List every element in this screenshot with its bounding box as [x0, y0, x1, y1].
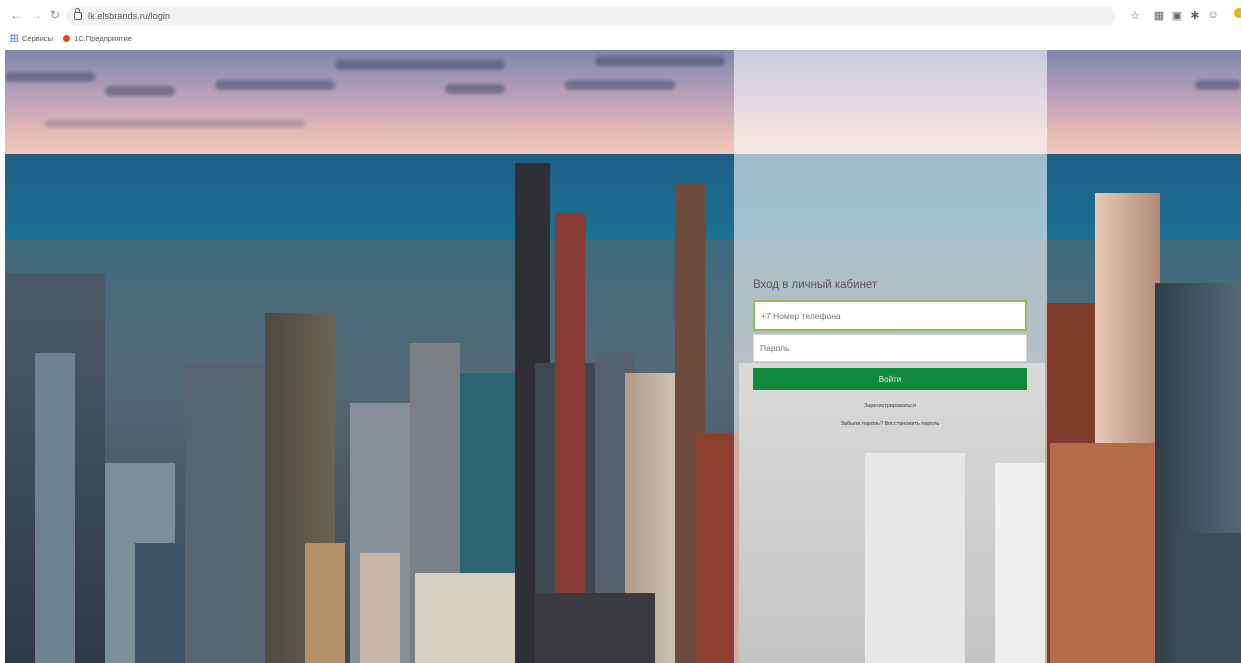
password-input[interactable] [753, 334, 1027, 362]
cloud [335, 60, 505, 70]
bookmark-label: Сервисы [22, 33, 54, 43]
account-icon[interactable]: ☺ [1206, 6, 1220, 24]
building [135, 543, 185, 663]
bookmarks-bar: Сервисы 1С:Предприятие [0, 30, 1241, 46]
building [535, 593, 655, 663]
login-title: Вход в личный кабинет [753, 279, 878, 291]
apps-icon [10, 34, 18, 42]
cloud [445, 84, 505, 94]
browser-toolbar: ← → ↻ lk.elsbrands.ru/login ☆ ▦ ▣ ✱ ☺ [0, 4, 1241, 28]
building [185, 363, 265, 663]
address-bar[interactable]: lk.elsbrands.ru/login [66, 6, 1116, 26]
cloud [215, 80, 335, 90]
login-button[interactable]: Войти [753, 368, 1027, 390]
cloud [595, 56, 725, 66]
extension-icon-2[interactable]: ▣ [1170, 6, 1184, 24]
back-icon[interactable]: ← [8, 6, 24, 24]
forgot-password-link[interactable]: Забыли пароль? Восстановить пароль [753, 421, 1027, 427]
phone-input[interactable] [753, 300, 1027, 331]
bookmark-apps[interactable]: Сервисы [10, 34, 53, 43]
bookmark-1c[interactable]: 1С:Предприятие [63, 34, 132, 43]
cloud [105, 86, 175, 96]
cloud [1195, 80, 1241, 90]
sky [5, 50, 1241, 158]
star-icon[interactable]: ☆ [1128, 6, 1142, 24]
register-link[interactable]: Зарегистрироваться [753, 403, 1027, 409]
bookmark-label: 1С:Предприятие [74, 33, 132, 43]
building [305, 543, 345, 663]
browser-chrome: ← → ↻ lk.elsbrands.ru/login ☆ ▦ ▣ ✱ ☺ Се… [0, 0, 1241, 50]
cloud [45, 120, 305, 128]
building [360, 553, 400, 663]
bookmark-icon[interactable]: ✱ [1188, 6, 1202, 24]
1c-icon [63, 34, 71, 42]
forward-icon[interactable]: → [28, 6, 44, 24]
extension-icon[interactable]: ▦ [1152, 6, 1166, 24]
profile-avatar[interactable] [1234, 8, 1241, 18]
login-form: Вход в личный кабинет Войти Зарегистриро… [753, 278, 1027, 427]
lock-icon [74, 8, 82, 20]
building [1050, 443, 1155, 663]
building [1175, 533, 1241, 663]
building [695, 433, 739, 663]
cloud [5, 72, 95, 82]
building [35, 353, 75, 663]
building [415, 573, 525, 663]
reload-icon[interactable]: ↻ [47, 6, 63, 24]
background-image [5, 50, 1241, 663]
url-text: lk.elsbrands.ru/login [88, 11, 171, 21]
cloud [565, 80, 675, 90]
